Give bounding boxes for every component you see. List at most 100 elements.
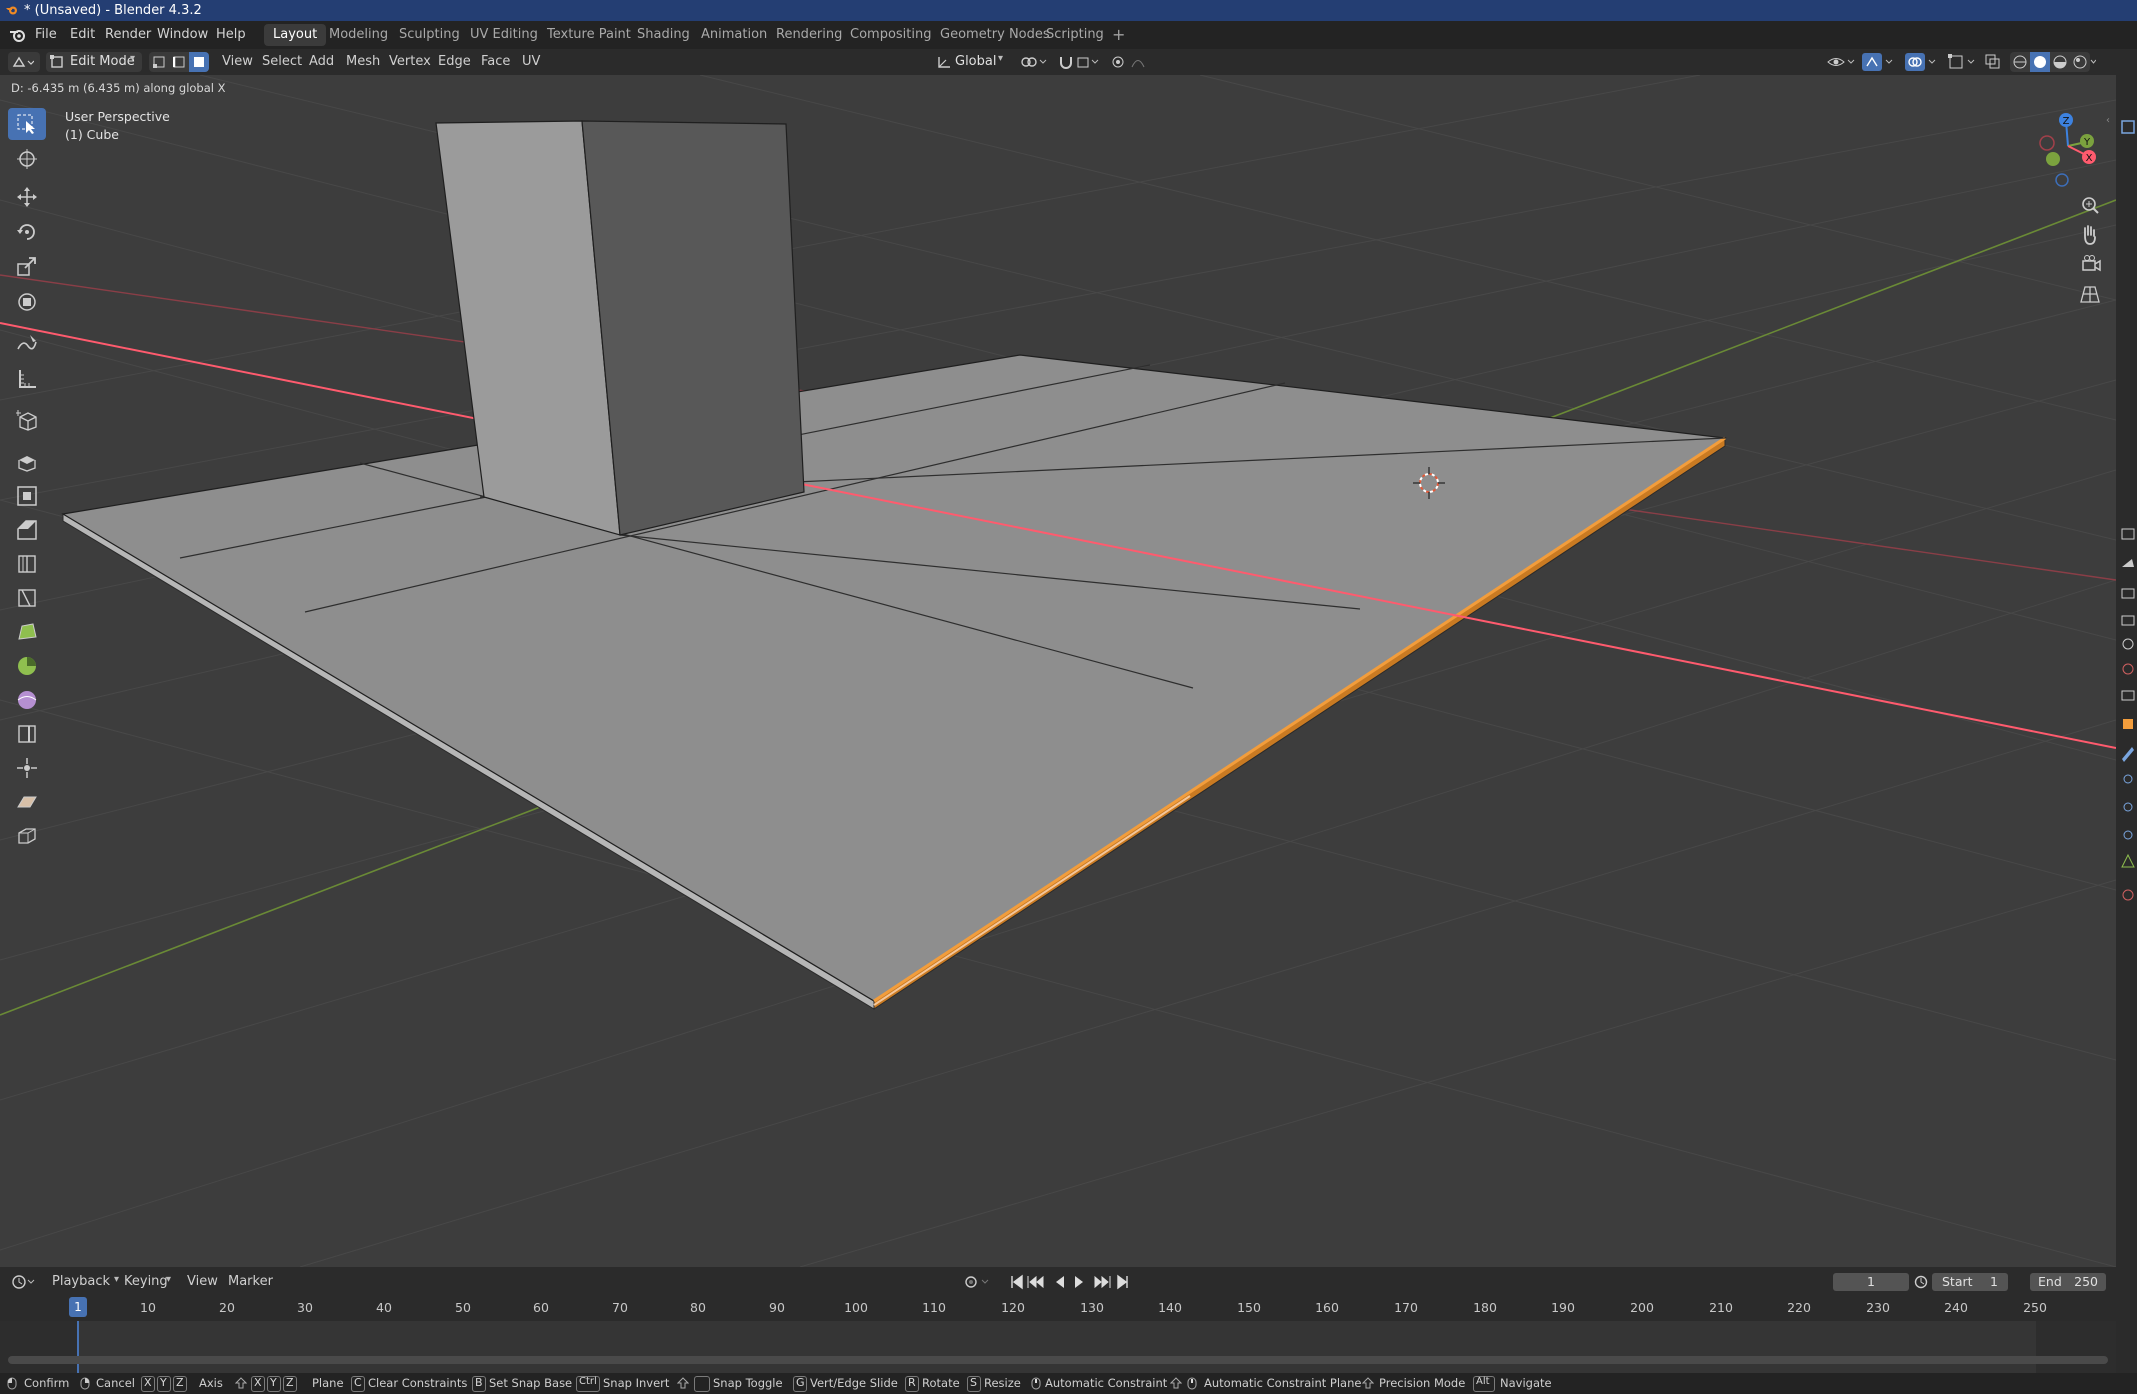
- camera-view-button[interactable]: [2076, 252, 2106, 278]
- orientation-dropdown[interactable]: Global ▾: [935, 52, 1009, 72]
- playhead-frame-indicator[interactable]: 1: [69, 1297, 87, 1317]
- select-box-tool[interactable]: [8, 108, 46, 140]
- preview-range-clock-icon[interactable]: [1914, 1275, 1928, 1289]
- smooth-tool[interactable]: [8, 684, 46, 716]
- tab-texture-paint[interactable]: Texture Paint: [538, 24, 640, 46]
- zoom-button[interactable]: [2076, 193, 2106, 219]
- pivot-point-icon[interactable]: [1020, 54, 1048, 70]
- edge-slide-tool[interactable]: [8, 718, 46, 750]
- rip-region-tool[interactable]: [8, 820, 46, 852]
- face-select-icon: [194, 57, 204, 67]
- pan-button[interactable]: [2076, 222, 2106, 248]
- edge-select-button[interactable]: [169, 52, 189, 72]
- perspective-toggle-button[interactable]: [2076, 282, 2106, 308]
- menu-window[interactable]: Window: [157, 27, 208, 42]
- knife-tool[interactable]: [8, 582, 46, 614]
- tab-shading[interactable]: Shading: [628, 24, 699, 46]
- visibility-icon[interactable]: [1826, 54, 1856, 70]
- navigation-gizmo[interactable]: Z Y X: [2020, 108, 2130, 188]
- proportional-editing-icon[interactable]: [1110, 54, 1156, 70]
- measure-icon: [19, 370, 36, 388]
- header-menu-mesh[interactable]: Mesh: [346, 53, 380, 71]
- tab-sculpting[interactable]: Sculpting: [390, 24, 469, 46]
- spin-icon: [18, 657, 36, 675]
- header-menu-face[interactable]: Face: [481, 53, 510, 71]
- negative-y-axis-icon[interactable]: [2046, 152, 2060, 166]
- timeline-ruler[interactable]: 10 20 30 40 50 60 70 80 90 100 110 120 1…: [0, 1297, 2116, 1321]
- header-menu-add[interactable]: Add: [309, 53, 334, 71]
- tab-scripting[interactable]: Scripting: [1037, 24, 1113, 46]
- frame-tick: 220: [1787, 1300, 1811, 1315]
- start-frame-field[interactable]: Start 1: [1932, 1273, 2008, 1291]
- negative-z-axis-icon[interactable]: [2055, 173, 2069, 187]
- header-menu-select[interactable]: Select: [262, 53, 302, 71]
- key-y: Y: [157, 1376, 171, 1392]
- move-tool[interactable]: [8, 181, 46, 213]
- mode-dropdown[interactable]: Edit Mode ▾: [46, 52, 142, 72]
- timeline-menu-view[interactable]: View: [187, 1273, 218, 1291]
- transform-tool[interactable]: [8, 286, 46, 318]
- 3d-viewport[interactable]: ‹: [0, 75, 2116, 1267]
- tab-animation[interactable]: Animation: [692, 24, 776, 46]
- auto-keying-icon[interactable]: [964, 1275, 994, 1289]
- camera-icon: [2082, 255, 2101, 272]
- menu-file[interactable]: File: [35, 27, 57, 42]
- editor-type-dropdown[interactable]: [8, 52, 40, 72]
- add-cube-tool[interactable]: [8, 404, 46, 436]
- timeline-menu-marker[interactable]: Marker: [228, 1273, 273, 1291]
- bevel-tool[interactable]: [8, 514, 46, 546]
- shear-tool[interactable]: [8, 786, 46, 818]
- header-menu-vertex[interactable]: Vertex: [389, 53, 431, 71]
- inset-faces-tool[interactable]: [8, 480, 46, 512]
- timeline-editor-type-icon[interactable]: [12, 1275, 36, 1289]
- header-menu-uv[interactable]: UV: [522, 53, 540, 71]
- header-menu-edge[interactable]: Edge: [438, 53, 471, 71]
- vertex-select-button[interactable]: [149, 52, 169, 72]
- snap-icon[interactable]: [1058, 54, 1102, 70]
- scale-tool[interactable]: [8, 251, 46, 283]
- tab-uv-editing[interactable]: UV Editing: [461, 24, 547, 46]
- add-workspace-icon[interactable]: +: [1112, 25, 1125, 44]
- menu-render[interactable]: Render: [105, 27, 151, 42]
- header-menu-view[interactable]: View: [222, 53, 253, 71]
- timeline-menu-keying[interactable]: Keying: [124, 1273, 168, 1291]
- timeline-area[interactable]: [0, 1321, 2116, 1373]
- loop-cut-tool[interactable]: [8, 548, 46, 580]
- blender-menu-icon[interactable]: [10, 28, 26, 42]
- timeline-header: Playback ▾ Keying ▾ View Marker 1 Start …: [0, 1267, 2116, 1297]
- gizmo-toggle-icon[interactable]: [1862, 53, 1896, 71]
- frame-tick: 110: [922, 1300, 946, 1315]
- current-frame-field[interactable]: 1: [1833, 1273, 1909, 1291]
- end-frame-field[interactable]: End 250: [2030, 1273, 2106, 1291]
- spin-tool[interactable]: [8, 650, 46, 682]
- shrink-fatten-tool[interactable]: [8, 752, 46, 784]
- chevron-down-icon: ▾: [998, 53, 1004, 64]
- tab-layout[interactable]: Layout: [264, 24, 327, 46]
- extrude-tool[interactable]: [8, 445, 46, 477]
- frame-tick: 60: [533, 1300, 549, 1315]
- rotate-tool[interactable]: [8, 216, 46, 248]
- cursor-tool[interactable]: [8, 143, 46, 175]
- tab-rendering[interactable]: Rendering: [767, 24, 851, 46]
- poly-build-tool[interactable]: [8, 616, 46, 648]
- jump-start-icon: [1011, 1274, 1023, 1290]
- menu-help[interactable]: Help: [216, 27, 246, 42]
- face-select-button[interactable]: [189, 52, 209, 72]
- menu-edit[interactable]: Edit: [70, 27, 95, 42]
- tab-modeling[interactable]: Modeling: [320, 24, 397, 46]
- select-box-icon: [17, 114, 35, 134]
- inset-icon: [17, 486, 37, 506]
- annotate-tool[interactable]: [8, 328, 46, 360]
- measure-tool[interactable]: [8, 363, 46, 395]
- timeline-scrollbar[interactable]: [8, 1356, 2108, 1364]
- mesh-edit-overlays-icon[interactable]: [1948, 53, 1978, 71]
- shading-mode-group[interactable]: [2010, 52, 2096, 72]
- playback-controls[interactable]: [1010, 1274, 1130, 1290]
- overlays-toggle-icon[interactable]: [1905, 53, 1939, 71]
- timeline-menu-playback[interactable]: Playback: [52, 1273, 110, 1291]
- negative-x-axis-icon[interactable]: [2039, 135, 2055, 151]
- tab-compositing[interactable]: Compositing: [841, 24, 941, 46]
- operator-status-text: D: -6.435 m (6.435 m) along global X: [11, 81, 226, 95]
- xray-toggle-icon[interactable]: [1985, 54, 2001, 70]
- properties-tab-icons[interactable]: [2118, 119, 2135, 979]
